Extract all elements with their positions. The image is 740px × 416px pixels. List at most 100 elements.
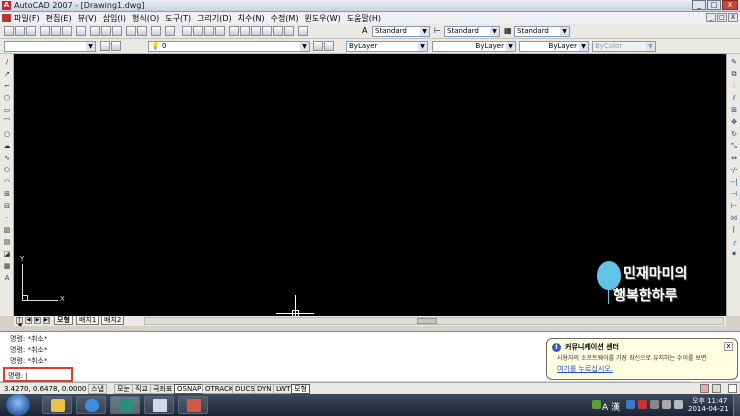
- prev-tab-button[interactable]: ◀: [25, 317, 32, 324]
- doc-close-button[interactable]: X: [728, 13, 738, 22]
- paste-icon[interactable]: [112, 26, 122, 36]
- autocad-logo-icon[interactable]: A: [2, 1, 11, 10]
- explode-icon[interactable]: ✷: [729, 250, 739, 259]
- menu-file[interactable]: 파일(F): [14, 13, 40, 24]
- help-tray-icon[interactable]: [626, 400, 635, 409]
- menu-dimension[interactable]: 치수(N): [238, 13, 265, 24]
- quickcalc-icon[interactable]: [284, 26, 294, 36]
- trim-icon[interactable]: -/-: [729, 166, 739, 175]
- extend-icon[interactable]: --|: [729, 178, 739, 187]
- horizontal-scrollbar[interactable]: [144, 317, 724, 325]
- zoom-previous-icon[interactable]: [215, 26, 225, 36]
- menu-edit[interactable]: 편집(E): [46, 13, 72, 24]
- model-toggle[interactable]: 모형: [291, 384, 310, 394]
- multiline-text-icon[interactable]: A: [2, 274, 12, 283]
- color-combo[interactable]: ByLayer ▼: [346, 41, 428, 52]
- volume-icon[interactable]: [674, 400, 683, 409]
- maximize-button[interactable]: □: [707, 0, 721, 10]
- ime-indicator[interactable]: A 漢: [602, 400, 620, 413]
- line-icon[interactable]: /: [2, 58, 12, 67]
- 3d-dwf-icon[interactable]: [76, 26, 86, 36]
- menu-draw[interactable]: 그리기(D): [197, 13, 231, 24]
- autocad-taskbar-icon[interactable]: [110, 396, 140, 414]
- open-icon[interactable]: [15, 26, 25, 36]
- tab-model[interactable]: 모형: [54, 316, 73, 325]
- region-icon[interactable]: ◪: [2, 250, 12, 259]
- rotate-icon[interactable]: ↻: [729, 130, 739, 139]
- menu-view[interactable]: 뷰(V): [78, 13, 97, 24]
- sheet-set-icon[interactable]: [262, 26, 272, 36]
- workspace-combo[interactable]: ▼: [4, 41, 96, 52]
- offset-icon[interactable]: ⫽: [729, 94, 739, 103]
- hatch-icon[interactable]: ▨: [2, 226, 12, 235]
- table-icon[interactable]: ▦: [2, 262, 12, 271]
- break-at-point-icon[interactable]: ⊣: [729, 190, 739, 199]
- minimize-button[interactable]: _: [692, 0, 706, 10]
- gradient-icon[interactable]: ▤: [2, 238, 12, 247]
- menu-window[interactable]: 윈도우(W): [304, 13, 340, 24]
- design-center-icon[interactable]: [240, 26, 250, 36]
- scrollbar-thumb[interactable]: [417, 318, 437, 324]
- polar-toggle[interactable]: 극좌표: [150, 384, 176, 394]
- balloon-link[interactable]: 여기를 누르십시오.: [557, 364, 613, 374]
- move-icon[interactable]: ✥: [729, 118, 739, 127]
- help-icon[interactable]: [298, 26, 308, 36]
- chamfer-icon[interactable]: ⌈: [729, 226, 739, 235]
- dyn-toggle[interactable]: DYN: [254, 384, 275, 394]
- zoom-window-icon[interactable]: [204, 26, 214, 36]
- communication-center-icon[interactable]: [700, 384, 709, 393]
- layer-previous-icon[interactable]: [324, 41, 334, 51]
- pan-icon[interactable]: [182, 26, 192, 36]
- linetype-combo[interactable]: ByLayer ▼: [432, 41, 516, 52]
- new-icon[interactable]: [4, 26, 14, 36]
- lock-icon[interactable]: [712, 384, 721, 393]
- menu-help[interactable]: 도움말(H): [347, 13, 381, 24]
- doc-restore-button[interactable]: □: [717, 13, 727, 22]
- close-button[interactable]: X: [722, 0, 738, 10]
- publish-icon[interactable]: [62, 26, 72, 36]
- menu-format[interactable]: 형식(O): [132, 13, 159, 24]
- erase-icon[interactable]: ✎: [729, 58, 739, 67]
- menu-insert[interactable]: 삽입(I): [103, 13, 126, 24]
- circle-icon[interactable]: ○: [2, 130, 12, 139]
- drawing-canvas[interactable]: XY 민재마미의 행복한하루: [14, 54, 726, 316]
- array-icon[interactable]: ⊞: [729, 106, 739, 115]
- last-tab-button[interactable]: ▶|: [43, 317, 50, 324]
- polygon-icon[interactable]: ⬡: [2, 94, 12, 103]
- layer-manager-icon[interactable]: [111, 41, 121, 51]
- clock-date[interactable]: 2014-04-21: [688, 405, 729, 413]
- join-icon[interactable]: ⨝: [729, 214, 739, 223]
- grid-toggle[interactable]: 모눈: [114, 384, 133, 394]
- arc-icon[interactable]: ⌒: [2, 118, 12, 127]
- table-style-combo[interactable]: Standard ▼: [514, 26, 570, 37]
- first-tab-button[interactable]: |◀: [16, 317, 23, 328]
- flag-icon[interactable]: [650, 400, 659, 409]
- ie-icon[interactable]: [76, 396, 106, 414]
- paint-app-icon[interactable]: [178, 396, 208, 414]
- network-icon[interactable]: [592, 400, 601, 409]
- rectangle-icon[interactable]: ▭: [2, 106, 12, 115]
- tab-layout1[interactable]: 배치1: [76, 316, 100, 325]
- workspace-settings-icon[interactable]: [100, 41, 110, 51]
- copy-icon[interactable]: [101, 26, 111, 36]
- layer-combo[interactable]: 💡 0 ▼: [148, 41, 310, 52]
- undo-icon[interactable]: [151, 26, 161, 36]
- revision-cloud-icon[interactable]: ☁: [2, 142, 12, 151]
- cut-icon[interactable]: [90, 26, 100, 36]
- mirror-icon[interactable]: ⫶: [729, 82, 739, 91]
- show-desktop-button[interactable]: [733, 394, 740, 416]
- polyline-icon[interactable]: ⌐: [2, 82, 12, 91]
- menu-modify[interactable]: 수정(M): [271, 13, 299, 24]
- tool-palettes-icon[interactable]: [251, 26, 261, 36]
- fillet-icon[interactable]: ╭: [729, 238, 739, 247]
- print-preview-icon[interactable]: [51, 26, 61, 36]
- break-icon[interactable]: ⊢: [729, 202, 739, 211]
- properties-icon[interactable]: [229, 26, 239, 36]
- osnap-toggle[interactable]: OSNAP: [174, 384, 205, 394]
- point-icon[interactable]: ·: [2, 214, 12, 223]
- save-icon[interactable]: [26, 26, 36, 36]
- folder-icon[interactable]: [42, 396, 72, 414]
- battery-icon[interactable]: [662, 400, 671, 409]
- pen-app-icon[interactable]: [144, 396, 174, 414]
- ellipse-arc-icon[interactable]: ◠: [2, 178, 12, 187]
